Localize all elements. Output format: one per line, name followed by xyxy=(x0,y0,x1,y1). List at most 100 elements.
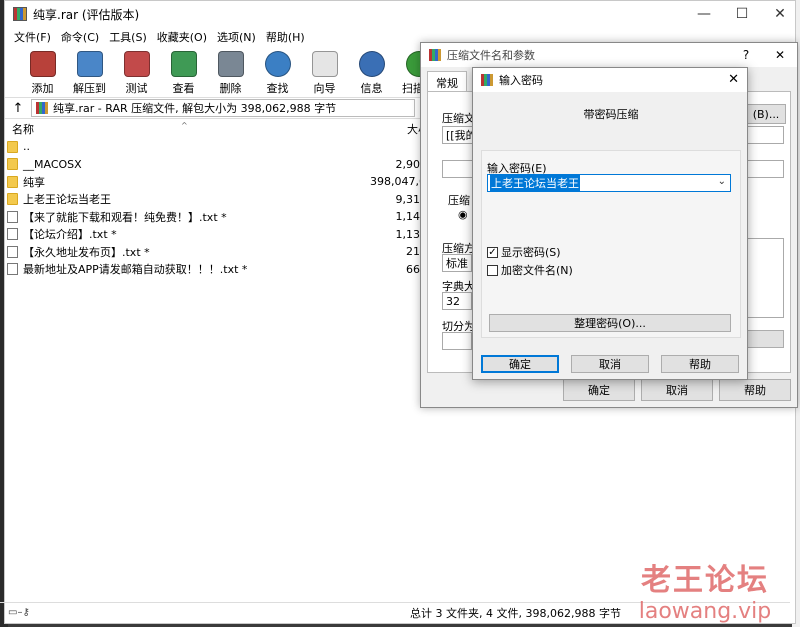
maximize-icon[interactable]: ☐ xyxy=(723,1,761,27)
browse-button[interactable]: (B)... xyxy=(746,104,786,124)
folder-icon xyxy=(7,175,18,188)
wand-icon xyxy=(311,51,338,77)
test-icon xyxy=(123,51,150,77)
manage-passwords-button[interactable]: 整理密码(O)... xyxy=(489,314,731,332)
text-file-icon xyxy=(7,245,18,258)
delete-label: 删除 xyxy=(219,82,242,95)
winrar-app-icon xyxy=(481,74,493,86)
extract-to-button[interactable]: 解压到 xyxy=(66,51,113,96)
folder-icon xyxy=(7,193,18,206)
file-size: 9,31 xyxy=(395,192,421,206)
add-button[interactable]: 添加 xyxy=(19,51,66,96)
winrar-app-icon xyxy=(13,7,27,21)
view-label: 查看 xyxy=(172,82,195,95)
delete-button[interactable]: 删除 xyxy=(207,51,254,96)
close-icon[interactable]: ✕ xyxy=(763,43,797,67)
encrypt-names-label: 加密文件名(N) xyxy=(501,264,573,277)
file-name: 【永久地址发布页】.txt * xyxy=(23,245,150,259)
find-button[interactable]: 查找 xyxy=(254,51,301,96)
file-size: 2,90 xyxy=(395,157,421,171)
file-row[interactable]: 上老王论坛当老王 9,31 xyxy=(0,191,420,209)
extract-label: 解压到 xyxy=(73,82,106,95)
book-icon xyxy=(170,51,197,77)
wizard-label: 向导 xyxy=(313,82,336,95)
help-question-icon[interactable]: ? xyxy=(729,43,763,67)
archive-format-label: 压缩 xyxy=(448,194,470,207)
info-button[interactable]: 信息 xyxy=(348,51,395,96)
file-name: 最新地址及APP请发邮箱自动获取！！！.txt * xyxy=(23,263,248,277)
menu-commands[interactable]: 命令(C) xyxy=(56,29,104,45)
dictionary-size-select[interactable]: 32 xyxy=(442,292,472,310)
password-cancel-button[interactable]: 取消 xyxy=(571,355,649,373)
forum-watermark: 老王论坛 laowang.vip xyxy=(612,555,798,624)
add-label: 添加 xyxy=(31,82,54,95)
folder-extract-icon xyxy=(76,51,103,77)
file-row[interactable]: 纯享 398,047,6 xyxy=(0,173,420,191)
file-row[interactable]: 最新地址及APP请发邮箱自动获取！！！.txt * 66 xyxy=(0,261,420,279)
file-name: 【论坛介绍】.txt * xyxy=(23,228,117,242)
main-titlebar: 纯享.rar (评估版本) — ☐ ✕ xyxy=(5,1,795,27)
menu-file[interactable]: 文件(F) xyxy=(9,29,56,45)
menu-options[interactable]: 选项(N) xyxy=(212,29,261,45)
password-ok-button[interactable]: 确定 xyxy=(481,355,559,373)
sort-up-icon: ^ xyxy=(181,121,188,130)
test-button[interactable]: 测试 xyxy=(113,51,160,96)
file-row[interactable]: .. xyxy=(0,138,420,156)
file-name: 纯享 xyxy=(23,175,45,189)
path-display[interactable]: 纯享.rar - RAR 压缩文件, 解包大小为 398,062,988 字节 xyxy=(31,99,415,117)
show-password-label: 显示密码(S) xyxy=(501,246,561,259)
folder-icon xyxy=(7,158,18,171)
radio-selected-icon[interactable]: ◉ xyxy=(458,208,468,221)
params-ok-button[interactable]: 确定 xyxy=(563,379,635,401)
params-help-button[interactable]: 帮助 xyxy=(719,379,791,401)
file-name: __MACOSX xyxy=(23,157,82,171)
status-text: 总计 3 文件夹, 4 文件, 398,062,988 字节 xyxy=(410,606,621,620)
password-dialog-title: 输入密码 xyxy=(499,74,543,87)
file-row[interactable]: 【永久地址发布页】.txt * 21 xyxy=(0,243,420,261)
file-name: 【来了就能下载和观看！纯免费！】.txt * xyxy=(23,210,227,224)
find-label: 查找 xyxy=(266,82,289,95)
params-cancel-button[interactable]: 取消 xyxy=(641,379,713,401)
params-titlebar: 压缩文件名和参数 ? ✕ xyxy=(421,43,797,67)
column-name[interactable]: 名称 xyxy=(12,121,34,137)
rar-archive-icon xyxy=(36,102,48,114)
file-size: 1,13 xyxy=(395,227,421,241)
up-arrow-icon[interactable]: ↑ xyxy=(5,101,31,116)
path-text: 纯享.rar - RAR 压缩文件, 解包大小为 398,062,988 字节 xyxy=(53,102,337,115)
file-row[interactable]: 【来了就能下载和观看！纯免费！】.txt * 1,14 xyxy=(0,208,420,226)
password-help-button[interactable]: 帮助 xyxy=(661,355,739,373)
file-name: .. xyxy=(23,140,30,154)
watermark-url: laowang.vip xyxy=(638,599,772,624)
split-volume-field[interactable] xyxy=(442,332,472,350)
file-row[interactable]: __MACOSX 2,90 xyxy=(0,156,420,174)
encrypt-names-checkbox[interactable]: 加密文件名(N) xyxy=(487,262,573,278)
compression-method-select[interactable]: 标准 xyxy=(442,254,472,272)
file-name: 上老王论坛当老王 xyxy=(23,193,111,207)
drive-key-icon: ▭–⚷ xyxy=(8,607,30,618)
archive-name-label: 压缩文 xyxy=(442,112,475,125)
checkbox-unchecked-icon xyxy=(487,264,498,276)
file-size: 66 xyxy=(406,262,420,276)
password-heading: 带密码压缩 xyxy=(583,108,639,121)
folder-icon xyxy=(7,140,18,153)
file-size: 1,14 xyxy=(395,210,421,224)
minimize-icon[interactable]: — xyxy=(685,1,723,27)
chevron-down-icon[interactable]: ⌄ xyxy=(718,176,726,187)
password-value: 上老王论坛当老王 xyxy=(490,175,580,191)
menu-help[interactable]: 帮助(H) xyxy=(261,29,310,45)
menu-favorites[interactable]: 收藏夹(O) xyxy=(152,29,212,45)
magnifier-icon xyxy=(264,51,291,77)
params-window-controls: ? ✕ xyxy=(729,43,797,67)
file-row[interactable]: 【论坛介绍】.txt * 1,13 xyxy=(0,226,420,244)
watermark-title: 老王论坛 xyxy=(641,563,769,598)
test-label: 测试 xyxy=(125,82,148,95)
view-button[interactable]: 查看 xyxy=(160,51,207,96)
menu-tools[interactable]: 工具(S) xyxy=(104,29,152,45)
show-password-checkbox[interactable]: ✓ 显示密码(S) xyxy=(487,244,561,260)
close-icon[interactable]: ✕ xyxy=(728,72,739,87)
password-input[interactable]: 上老王论坛当老王 ⌄ xyxy=(487,174,731,192)
close-icon[interactable]: ✕ xyxy=(761,1,799,27)
wizard-button[interactable]: 向导 xyxy=(301,51,348,96)
window-controls: — ☐ ✕ xyxy=(685,1,799,27)
window-title: 纯享.rar (评估版本) xyxy=(33,7,140,22)
